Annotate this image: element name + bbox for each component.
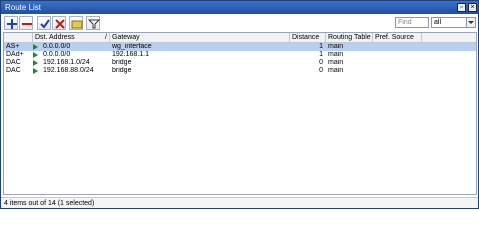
dst-address-cell: 192.168.88.0/24	[43, 67, 94, 74]
filter-select[interactable]: all	[431, 17, 476, 28]
column-header-pref-source[interactable]: Pref. Source	[373, 33, 422, 43]
cross-icon	[55, 19, 65, 29]
route-list-window: Route List ▫ × Find all Dst. Address / G…	[0, 0, 479, 209]
sort-icon: /	[105, 34, 107, 41]
pref-source-cell	[373, 51, 422, 59]
table-row[interactable]: DAd+ 0.0.0.0/0 192.168.1.1 1 main	[4, 51, 476, 59]
gateway-cell: bridge	[112, 59, 132, 66]
column-header-filler	[422, 33, 476, 43]
window-title: Route List	[5, 3, 42, 12]
table-row[interactable]: AS+ 0.0.0.0/0 wg_interface 1 main	[4, 43, 476, 51]
check-icon	[40, 19, 50, 29]
pref-source-cell	[373, 43, 422, 51]
pref-source-cell	[373, 67, 422, 75]
filter-icon	[88, 19, 100, 29]
gateway-cell: bridge	[112, 67, 132, 74]
column-header-dst-address[interactable]: Dst. Address /	[33, 33, 110, 43]
flags-cell: DAd+	[6, 51, 24, 58]
table-header: Dst. Address / Gateway Distance Routing T…	[4, 33, 476, 43]
gateway-cell: 192.168.1.1	[112, 51, 149, 58]
table-row[interactable]: DAC 192.168.88.0/24 bridge 0 main	[4, 67, 476, 75]
comment-button[interactable]	[69, 16, 83, 30]
play-icon	[33, 44, 38, 50]
flags-cell: DAC	[6, 59, 21, 66]
disable-button[interactable]	[52, 16, 66, 30]
distance-cell: 0	[319, 67, 323, 74]
title-bar[interactable]: Route List ▫ ×	[1, 1, 478, 14]
restore-icon[interactable]: ▫	[457, 3, 466, 12]
play-icon	[33, 60, 38, 66]
close-icon[interactable]: ×	[468, 3, 477, 12]
filter-value: all	[434, 19, 442, 26]
column-header-gateway[interactable]: Gateway	[110, 33, 290, 43]
remove-button[interactable]	[19, 16, 33, 30]
pref-source-cell	[373, 59, 422, 67]
dst-address-cell: 192.168.1.0/24	[43, 59, 90, 66]
table-row[interactable]: DAC 192.168.1.0/24 bridge 0 main	[4, 59, 476, 67]
routing-table-cell: main	[328, 51, 344, 58]
routing-table-cell: main	[328, 67, 344, 74]
find-input[interactable]: Find	[395, 17, 429, 28]
route-table: Dst. Address / Gateway Distance Routing T…	[3, 32, 477, 195]
minus-icon	[22, 23, 32, 25]
distance-cell: 0	[319, 59, 323, 66]
dst-address-cell: 0.0.0.0/0	[43, 51, 71, 58]
distance-cell: 1	[319, 43, 323, 50]
add-button[interactable]	[4, 16, 18, 30]
chevron-down-icon[interactable]	[466, 18, 475, 27]
column-header-routing-table[interactable]: Routing Table	[326, 33, 373, 43]
flags-cell: DAC	[6, 67, 21, 74]
column-header-flags[interactable]	[4, 33, 33, 43]
status-bar: 4 items out of 14 (1 selected)	[1, 197, 478, 208]
enable-button[interactable]	[37, 16, 51, 30]
routing-table-cell: main	[328, 43, 344, 50]
routing-table-cell: main	[328, 59, 344, 66]
filter-button[interactable]	[86, 16, 100, 30]
distance-cell: 1	[319, 51, 323, 58]
flags-cell: AS+	[6, 43, 20, 50]
play-icon	[33, 52, 38, 58]
gateway-cell: wg_interface	[112, 43, 152, 50]
toolbar: Find all	[1, 14, 478, 32]
plus-icon	[7, 19, 17, 29]
play-icon	[33, 68, 38, 74]
note-icon	[71, 20, 83, 29]
column-header-distance[interactable]: Distance	[290, 33, 326, 43]
dst-address-cell: 0.0.0.0/0	[43, 43, 71, 50]
